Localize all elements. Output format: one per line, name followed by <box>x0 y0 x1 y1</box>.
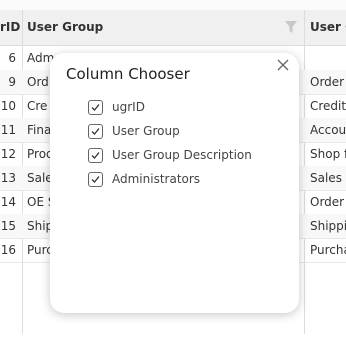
top-band <box>0 0 346 10</box>
row-description-cell: Accou <box>310 123 346 137</box>
check-icon <box>91 104 100 111</box>
row-id-cell: 9 <box>8 75 16 89</box>
row-id-cell: 13 <box>0 171 16 185</box>
check-icon <box>91 128 100 135</box>
row-description-cell: Sales U <box>310 171 346 185</box>
row-description-cell: Credit <box>310 99 346 113</box>
filter-icon[interactable] <box>284 20 298 34</box>
close-icon[interactable] <box>274 56 292 74</box>
row-description-cell: Shop f <box>310 147 346 161</box>
row-id-cell: 14 <box>0 195 16 209</box>
column-header-user-group-description[interactable]: User G <box>310 10 346 45</box>
column-chooser-dialog: Column Chooser ugrID User Group User Group… <box>50 53 299 313</box>
row-id-cell: 12 <box>0 147 16 161</box>
row-id-cell: 16 <box>0 243 16 257</box>
option-label: User Group Description <box>112 148 252 162</box>
row-description-cell: Purcha <box>310 243 346 257</box>
row-description-cell: Order I <box>310 195 346 209</box>
row-description-cell: Order I <box>310 75 346 89</box>
option-label: Administrators <box>112 172 201 186</box>
check-icon <box>91 176 100 183</box>
grid-header: rID User Group User G <box>0 10 346 46</box>
option-label: User Group <box>112 124 180 138</box>
option-checkbox[interactable] <box>88 172 103 187</box>
option-label: ugrID <box>112 100 145 114</box>
column-header-user-group[interactable]: User Group <box>27 10 227 45</box>
row-id-cell: 10 <box>0 99 16 113</box>
row-id-cell: 15 <box>0 219 16 233</box>
row-description-cell <box>310 46 346 70</box>
row-description-cell: Shippin <box>310 219 346 233</box>
row-id-cell: 11 <box>0 123 16 137</box>
option-checkbox[interactable] <box>88 148 103 163</box>
check-icon <box>91 152 100 159</box>
row-id-cell: 6 <box>8 51 16 65</box>
option-checkbox[interactable] <box>88 124 103 139</box>
option-checkbox[interactable] <box>88 100 103 115</box>
column-chooser-title: Column Chooser <box>66 65 190 83</box>
column-header-id[interactable]: rID <box>0 10 22 45</box>
